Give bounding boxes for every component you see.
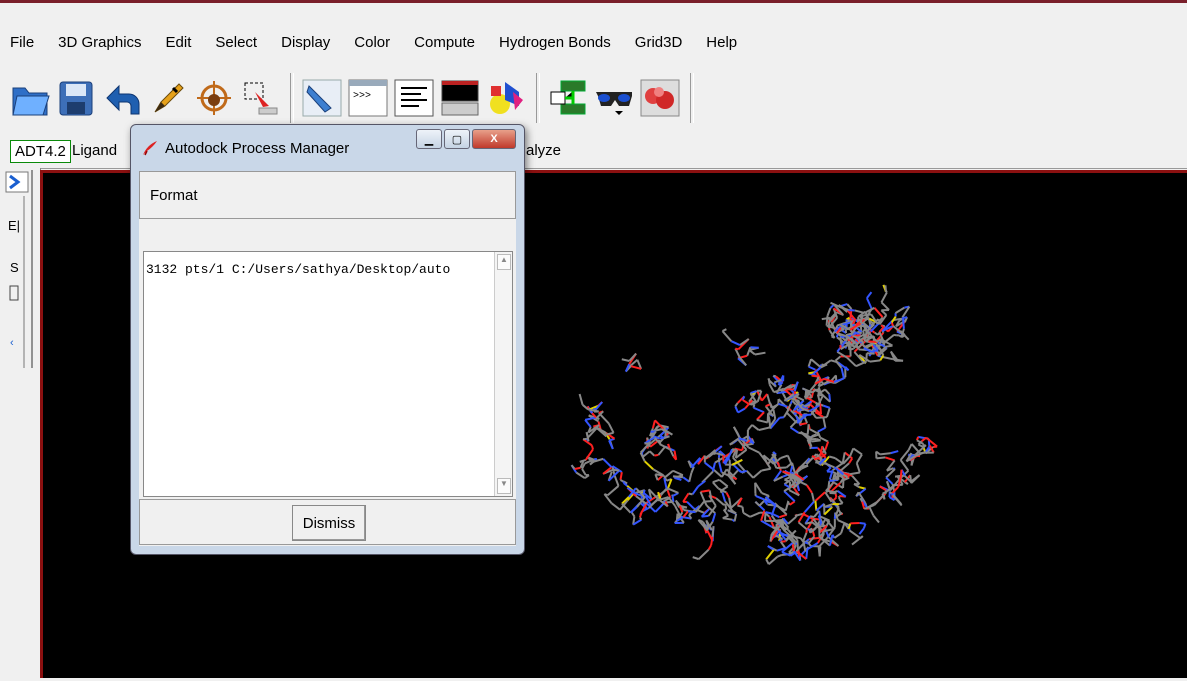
network-icon[interactable]	[546, 74, 590, 122]
window-controls: ▁ ▢ X	[414, 129, 516, 149]
dismiss-button[interactable]: Dismiss	[292, 505, 366, 541]
scroll-down-icon[interactable]: ▼	[497, 478, 511, 494]
left-dashboard-panel: E| S ‹	[0, 168, 41, 678]
stereo-glasses-icon[interactable]	[592, 74, 636, 122]
svg-text:>>>: >>>	[353, 91, 371, 102]
process-manager-dialog: Autodock Process Manager ▁ ▢ X Format 31…	[130, 124, 525, 555]
minimize-icon[interactable]: ▁	[416, 129, 442, 149]
target-icon[interactable]	[192, 74, 236, 122]
toolbar: >>>	[8, 68, 700, 128]
maximize-icon[interactable]: ▢	[444, 129, 470, 149]
python-shell-icon[interactable]: >>>	[346, 74, 390, 122]
dialog-button-bar: Dismiss	[139, 499, 516, 545]
pointer-icon[interactable]	[300, 74, 344, 122]
left-panel-controls: E| S ‹	[0, 168, 40, 368]
save-icon[interactable]	[54, 74, 98, 122]
selection-icon[interactable]	[238, 74, 282, 122]
text-align-icon[interactable]	[392, 74, 436, 122]
menu-color[interactable]: Color	[354, 34, 390, 51]
dialog-title-bar[interactable]: Autodock Process Manager ▁ ▢ X	[131, 125, 524, 171]
scroll-up-icon[interactable]: ▲	[497, 254, 511, 270]
format-menu: Format	[139, 171, 516, 219]
process-list-scrollbar[interactable]: ▲ ▼	[494, 252, 512, 496]
svg-text:‹: ‹	[10, 337, 14, 349]
pencil-icon[interactable]	[146, 74, 190, 122]
menu-help[interactable]: Help	[706, 34, 737, 51]
process-list[interactable]: 3132 pts/1 C:/Users/sathya/Desktop/auto …	[143, 251, 513, 497]
toolbar-separator	[536, 73, 540, 123]
menu-hydrogen-bonds[interactable]: Hydrogen Bonds	[499, 34, 611, 51]
tab-analyze[interactable]: alyze	[522, 140, 565, 161]
shapes-icon[interactable]	[484, 74, 528, 122]
dialog-title: Autodock Process Manager	[165, 140, 349, 157]
monitor-icon[interactable]	[438, 74, 482, 122]
toolbar-separator	[690, 73, 694, 123]
menu-select[interactable]: Select	[215, 34, 257, 51]
menu-grid3d[interactable]: Grid3D	[635, 34, 683, 51]
menu-edit[interactable]: Edit	[166, 34, 192, 51]
process-line[interactable]: 3132 pts/1 C:/Users/sathya/Desktop/auto	[146, 262, 491, 277]
molecule-icon[interactable]	[638, 74, 682, 122]
menu-display[interactable]: Display	[281, 34, 330, 51]
tab-adt[interactable]: ADT4.2	[10, 140, 71, 163]
menu-file[interactable]: File	[10, 34, 34, 51]
toolbar-separator	[290, 73, 294, 123]
svg-text:S: S	[10, 260, 19, 275]
format-menu-label[interactable]: Format	[150, 187, 198, 204]
molecule-render	[572, 285, 938, 564]
menu-3d-graphics[interactable]: 3D Graphics	[58, 34, 141, 51]
tk-feather-icon	[141, 139, 159, 157]
open-icon[interactable]	[8, 74, 52, 122]
menu-compute[interactable]: Compute	[414, 34, 475, 51]
window-top-border	[0, 0, 1187, 3]
menu-bar: File 3D Graphics Edit Select Display Col…	[0, 24, 1187, 60]
dialog-body: Format 3132 pts/1 C:/Users/sathya/Deskto…	[139, 171, 516, 546]
tab-ligand[interactable]: Ligand	[68, 140, 121, 161]
undo-icon[interactable]	[100, 74, 144, 122]
close-icon[interactable]: X	[472, 129, 516, 149]
svg-text:E|: E|	[8, 218, 20, 233]
